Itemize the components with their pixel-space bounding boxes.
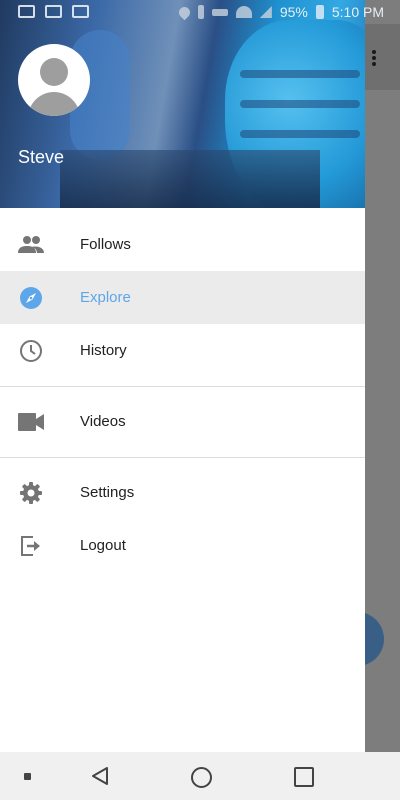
navigation-drawer: Steve Follows Explore History Videos Set… — [0, 0, 365, 752]
wifi-icon — [235, 6, 252, 18]
avatar[interactable] — [18, 44, 90, 116]
videocam-icon — [18, 409, 44, 435]
status-bar: 95% 5:10 PM — [0, 0, 400, 26]
system-nav-bar — [0, 752, 400, 800]
bluetooth-icon — [197, 5, 204, 19]
gear-icon — [18, 480, 44, 506]
logout-icon — [18, 533, 44, 559]
header-background-stripe — [240, 70, 360, 78]
menu-label: Explore — [80, 289, 131, 306]
back-triangle-icon — [92, 767, 108, 785]
menu-label: Follows — [80, 236, 131, 253]
header-background-stripe — [240, 130, 360, 138]
overflow-menu-icon[interactable] — [372, 50, 376, 66]
divider — [0, 386, 365, 387]
screen: 95% 5:10 PM Steve Follows Explore Histor… — [0, 0, 400, 800]
drawer-header: Steve — [0, 0, 365, 208]
menu-item-videos[interactable]: Videos — [0, 395, 365, 448]
compass-icon — [18, 285, 44, 311]
menu-label: History — [80, 342, 127, 359]
avatar-head — [40, 58, 68, 86]
location-icon — [176, 4, 193, 20]
menu-label: Videos — [80, 413, 126, 430]
menu-item-history[interactable]: History — [0, 324, 365, 377]
menu-item-logout[interactable]: Logout — [0, 519, 365, 572]
vpn-key-icon — [211, 8, 228, 16]
menu-item-explore[interactable]: Explore — [0, 271, 365, 324]
status-right-icons: 95% 5:10 PM — [176, 4, 384, 20]
recents-button[interactable] — [294, 767, 314, 787]
menu-item-settings[interactable]: Settings — [0, 466, 365, 519]
signal-icon — [259, 6, 272, 18]
user-name: Steve — [18, 147, 65, 167]
clock-time: 5:10 PM — [331, 4, 384, 20]
cast-icon — [18, 5, 35, 18]
battery-percent: 95% — [279, 4, 308, 20]
header-background-shape — [60, 150, 320, 208]
menu-item-follows[interactable]: Follows — [0, 218, 365, 271]
people-icon — [18, 232, 44, 258]
youtube-icon — [45, 5, 62, 18]
header-background-stripe — [240, 100, 360, 108]
nav-menu-button[interactable] — [24, 773, 31, 780]
back-button[interactable] — [90, 766, 110, 791]
clock-icon — [18, 338, 44, 364]
activity-icon — [72, 5, 89, 18]
divider — [0, 457, 365, 458]
menu-label: Logout — [80, 537, 126, 554]
status-left-icons — [18, 5, 89, 18]
battery-icon — [315, 5, 324, 19]
home-button[interactable] — [191, 767, 212, 788]
drawer-menu: Follows Explore History Videos Settings … — [0, 218, 365, 572]
menu-label: Settings — [80, 484, 135, 501]
avatar-body — [28, 92, 80, 116]
